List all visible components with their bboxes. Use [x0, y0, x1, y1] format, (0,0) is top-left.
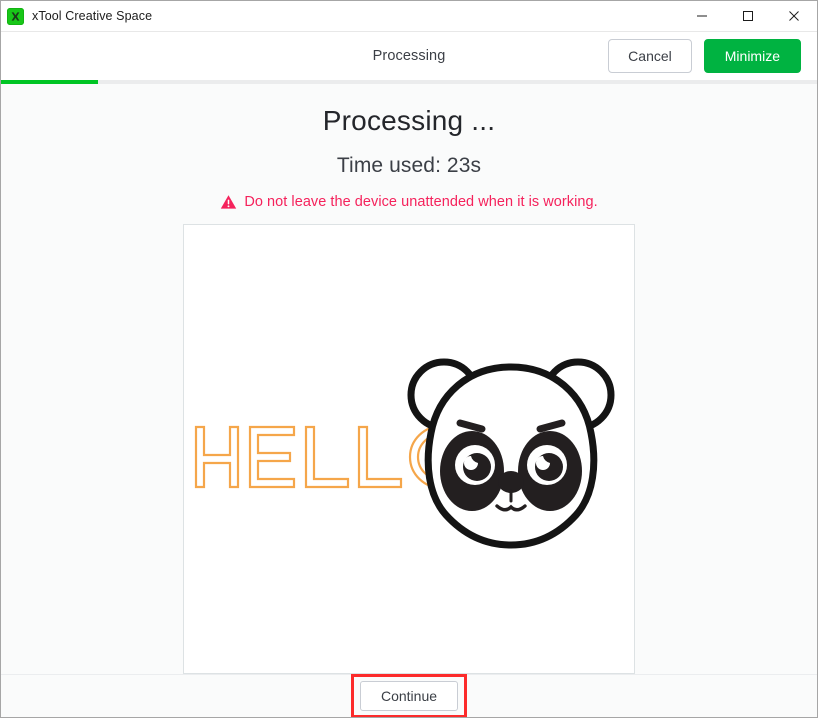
footer-bar: Continue: [1, 674, 817, 717]
close-icon[interactable]: [771, 1, 817, 31]
cancel-button[interactable]: Cancel: [608, 39, 692, 73]
app-window: xTool Creative Space Processing: [0, 0, 818, 718]
titlebar: xTool Creative Space: [1, 1, 817, 32]
time-used-label: Time used: 23s: [337, 154, 481, 178]
page-title: Processing ...: [323, 105, 495, 137]
header-title: Processing: [373, 48, 446, 64]
minimize-button[interactable]: Minimize: [704, 39, 801, 73]
titlebar-left: xTool Creative Space: [1, 8, 679, 25]
panda-face-illustration: [411, 362, 611, 545]
preview-canvas[interactable]: [183, 224, 635, 674]
xtool-app-icon: [7, 8, 24, 25]
header-actions: Cancel Minimize: [608, 39, 801, 73]
continue-button[interactable]: Continue: [360, 681, 458, 711]
warning-triangle-icon: [220, 194, 237, 210]
maximize-icon[interactable]: [725, 1, 771, 31]
continue-button-wrap: Continue: [360, 681, 458, 711]
warning-banner: Do not leave the device unattended when …: [220, 194, 597, 210]
header-bar: Processing Cancel Minimize: [1, 32, 817, 80]
app-title: xTool Creative Space: [32, 9, 152, 23]
minimize-icon[interactable]: [679, 1, 725, 31]
window-controls: [679, 1, 817, 31]
main-content: Processing ... Time used: 23s Do not lea…: [1, 84, 817, 717]
warning-text: Do not leave the device unattended when …: [244, 194, 597, 210]
